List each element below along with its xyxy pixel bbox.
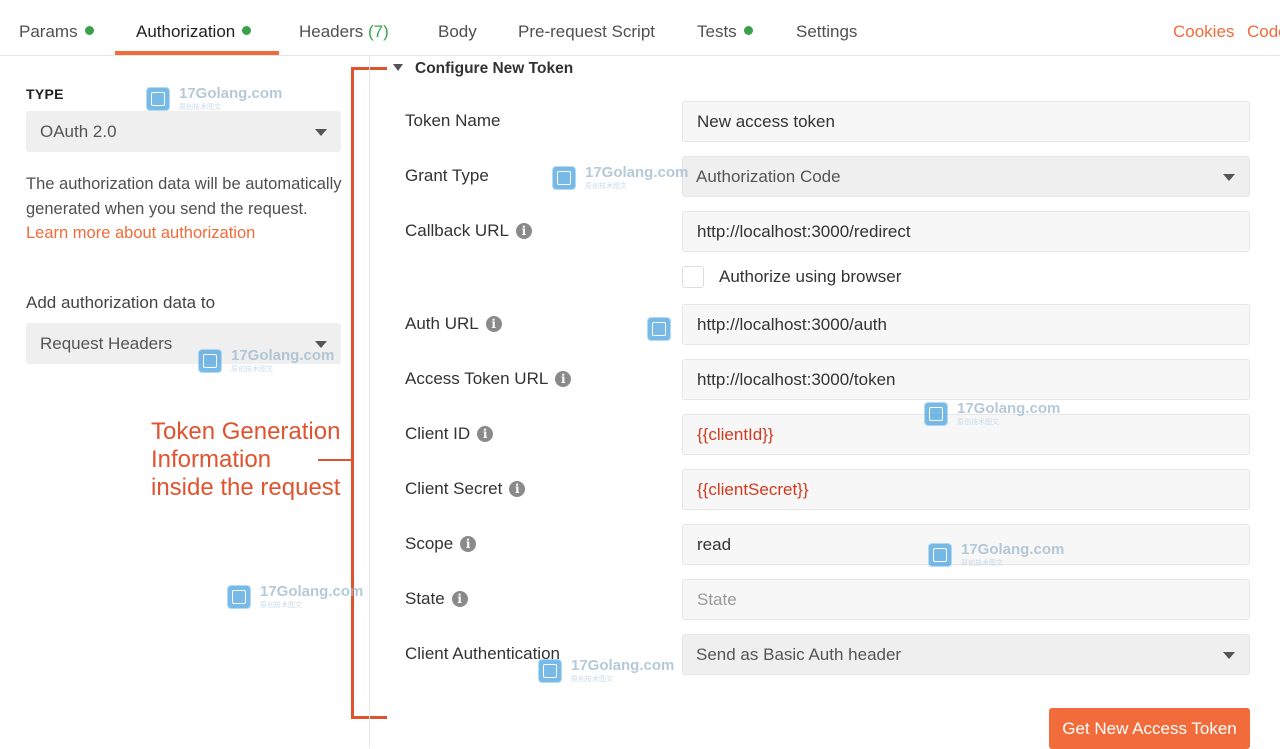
access-token-url-label-text: Access Token URL — [405, 369, 549, 388]
state-label: State i — [405, 579, 468, 619]
chevron-down-icon — [315, 128, 327, 136]
auth-url-label-text: Auth URL — [405, 314, 479, 333]
watermark-subtext: 原创技术图文 — [260, 602, 302, 609]
access-token-url-label: Access Token URL i — [405, 359, 572, 399]
tab-authorization[interactable]: Authorization — [136, 0, 252, 56]
watermark-text: 17Golang.com — [585, 164, 689, 181]
auth-type-value: OAuth 2.0 — [40, 122, 117, 141]
info-icon[interactable]: i — [451, 591, 468, 607]
auth-url-input[interactable]: http://localhost:3000/auth — [682, 304, 1250, 345]
watermark-text: 17Golang.com — [260, 583, 364, 600]
section-title: Configure New Token — [415, 60, 574, 77]
client-id-label-text: Client ID — [405, 424, 471, 443]
access-token-url-input[interactable]: http://localhost:3000/token — [682, 359, 1250, 400]
info-icon[interactable]: i — [555, 371, 572, 387]
annotation-bracket — [351, 68, 354, 719]
scope-label-text: Scope — [405, 534, 454, 553]
tab-tests-label: Tests — [697, 22, 737, 41]
status-dot — [743, 26, 753, 35]
tab-settings[interactable]: Settings — [796, 0, 857, 56]
tab-params-label: Params — [19, 22, 78, 41]
panel-divider — [369, 56, 370, 747]
tab-settings-label: Settings — [796, 22, 858, 41]
headers-count: (7) — [368, 22, 389, 41]
watermark-subtext: 原创技术图文 — [571, 676, 613, 683]
active-tab-indicator — [115, 51, 279, 55]
callback-url-label: Callback URL i — [405, 211, 532, 251]
chevron-down-icon — [315, 340, 327, 348]
client-authentication-value: Send as Basic Auth header — [696, 645, 902, 664]
add-auth-data-value: Request Headers — [40, 334, 173, 353]
client-authentication-label: Client Authentication — [405, 644, 560, 663]
configure-token-header[interactable]: Configure New Token — [393, 58, 573, 80]
annotation-line: Token Generation — [151, 418, 341, 445]
auth-description-text: The authorization data will be automatic… — [26, 175, 342, 218]
collapse-triangle-icon — [393, 64, 403, 71]
auth-description: The authorization data will be automatic… — [26, 172, 346, 246]
scope-input[interactable]: read — [682, 524, 1250, 565]
callback-url-label-text: Callback URL — [405, 221, 509, 240]
type-label: TYPE — [26, 86, 64, 102]
info-icon[interactable]: i — [509, 481, 526, 497]
watermark-subtext: 原创技术图文 — [585, 183, 627, 190]
code-link[interactable]: Code — [1247, 0, 1280, 64]
tab-authorization-label: Authorization — [136, 22, 236, 41]
annotation-pointer — [318, 459, 352, 461]
auth-type-select[interactable]: OAuth 2.0 — [26, 111, 341, 152]
annotation-line: inside the request — [151, 474, 341, 501]
grant-type-select[interactable]: Authorization Code — [682, 156, 1250, 197]
watermark-text: 17Golang.com — [179, 85, 283, 102]
info-icon[interactable]: i — [460, 536, 477, 552]
watermark-logo-icon — [227, 585, 251, 609]
watermark-subtext: 原创技术图文 — [231, 366, 273, 373]
client-id-label: Client ID i — [405, 414, 494, 454]
request-tab-bar: Params Authorization Headers (7) Body Pr… — [0, 0, 1280, 56]
learn-more-link[interactable]: Learn more about authorization — [26, 224, 255, 242]
callback-url-input[interactable]: http://localhost:3000/redirect — [682, 211, 1250, 252]
chevron-down-icon — [1223, 173, 1235, 181]
watermark-text: 17Golang.com — [571, 657, 675, 674]
scope-label: Scope i — [405, 524, 477, 564]
state-input[interactable]: State — [682, 579, 1250, 620]
token-name-label: Token Name — [405, 111, 501, 130]
tab-body-label: Body — [438, 22, 477, 41]
watermark-logo-icon — [146, 87, 170, 111]
watermark-logo-icon — [647, 317, 671, 341]
status-dot — [84, 26, 94, 35]
client-secret-input[interactable]: {{clientSecret}} — [682, 469, 1250, 510]
client-authentication-select[interactable]: Send as Basic Auth header — [682, 634, 1250, 675]
tab-params[interactable]: Params — [19, 0, 94, 56]
chevron-down-icon — [1223, 651, 1235, 659]
tab-headers-label: Headers — [299, 22, 364, 41]
client-id-input[interactable]: {{clientId}} — [682, 414, 1250, 455]
tab-pre-request-script[interactable]: Pre-request Script — [518, 0, 655, 56]
tab-headers[interactable]: Headers (7) — [299, 0, 389, 56]
grant-type-value: Authorization Code — [696, 167, 841, 186]
client-secret-label: Client Secret i — [405, 469, 526, 509]
status-dot — [242, 26, 252, 35]
tab-body[interactable]: Body — [438, 0, 477, 56]
state-label-text: State — [405, 589, 445, 608]
auth-url-label: Auth URL i — [405, 304, 502, 344]
get-new-access-token-button[interactable]: Get New Access Token — [1049, 708, 1250, 749]
tab-tests[interactable]: Tests — [697, 0, 753, 56]
tab-pre-request-script-label: Pre-request Script — [518, 22, 655, 41]
authorize-browser-checkbox[interactable] — [682, 266, 704, 288]
grant-type-label: Grant Type — [405, 166, 489, 185]
info-icon[interactable]: i — [515, 223, 532, 239]
cookies-link[interactable]: Cookies — [1173, 0, 1234, 64]
client-secret-label-text: Client Secret — [405, 479, 503, 498]
add-auth-data-select[interactable]: Request Headers — [26, 323, 341, 364]
token-name-input[interactable]: New access token — [682, 101, 1250, 142]
authorize-browser-label: Authorize using browser — [719, 267, 902, 286]
add-auth-data-label: Add authorization data to — [26, 293, 216, 312]
info-icon[interactable]: i — [477, 426, 494, 442]
info-icon[interactable]: i — [485, 316, 502, 332]
watermark-logo-icon — [552, 166, 576, 190]
